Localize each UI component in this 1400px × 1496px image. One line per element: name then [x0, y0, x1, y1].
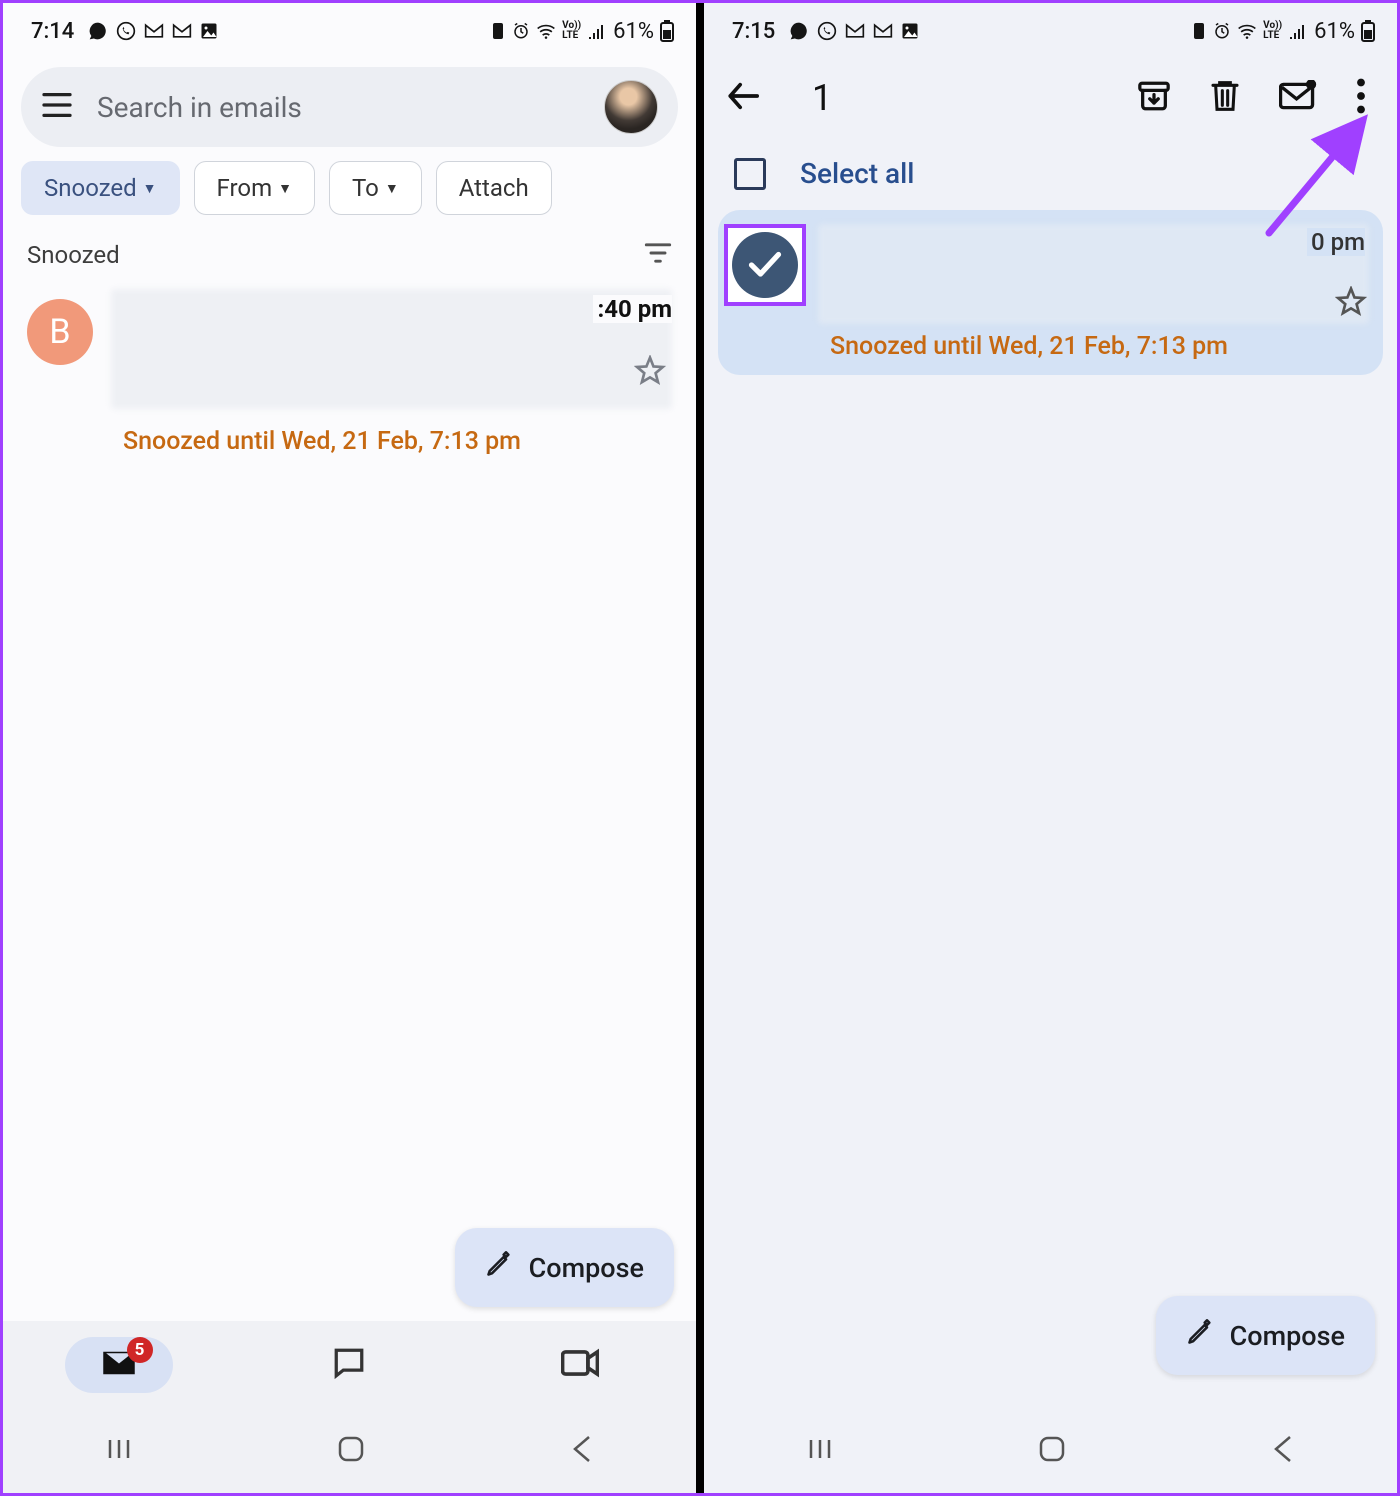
- nav-mail[interactable]: 5: [65, 1337, 173, 1393]
- nav-home-icon[interactable]: [1038, 1435, 1066, 1467]
- alarm-icon: [1213, 22, 1231, 40]
- battery-saver-icon: [1191, 22, 1207, 40]
- unread-badge: 5: [127, 1337, 153, 1363]
- star-icon[interactable]: [634, 355, 666, 391]
- selection-action-bar: 1: [704, 55, 1397, 145]
- section-header: Snoozed: [3, 215, 696, 283]
- select-all-row[interactable]: Select all: [704, 145, 1397, 210]
- section-title: Snoozed: [27, 241, 120, 269]
- selection-highlight: [724, 224, 806, 306]
- chip-label: From: [217, 174, 273, 202]
- selection-count: 1: [786, 77, 1113, 119]
- chip-label: Attach: [459, 174, 529, 202]
- compose-label: Compose: [1230, 1320, 1345, 1352]
- chip-to[interactable]: To ▼: [329, 161, 422, 215]
- system-nav-bar: [704, 1409, 1397, 1493]
- back-arrow-icon[interactable]: [726, 81, 760, 115]
- chat-indicator-icon: [88, 21, 108, 41]
- status-left: 7:14: [31, 19, 218, 44]
- star-icon[interactable]: [1335, 286, 1367, 322]
- status-right: Vo))LTE 61%: [490, 19, 674, 44]
- email-body: :40 pm: [111, 289, 672, 409]
- chip-attachment[interactable]: Attach: [436, 161, 552, 215]
- select-all-label: Select all: [800, 157, 914, 190]
- screen-selection-mode: 7:15 Vo))LTE 61% 1: [700, 3, 1397, 1493]
- compose-button[interactable]: Compose: [455, 1228, 674, 1307]
- nav-recents-icon[interactable]: [106, 1436, 132, 1466]
- search-bar[interactable]: Search in emails: [21, 67, 678, 147]
- compose-button[interactable]: Compose: [1156, 1296, 1375, 1375]
- status-time: 7:14: [31, 19, 74, 44]
- whatsapp-icon: [116, 21, 136, 41]
- pencil-icon: [485, 1250, 513, 1285]
- email-list-item-selected[interactable]: 0 pm Snoozed until Wed, 21 Feb, 7:13 pm: [718, 210, 1383, 375]
- compose-label: Compose: [529, 1252, 644, 1284]
- gmail-m-icon: [144, 23, 164, 39]
- sender-avatar[interactable]: B: [27, 299, 93, 365]
- nav-back-icon[interactable]: [571, 1435, 593, 1467]
- mark-unread-icon[interactable]: [1265, 80, 1331, 116]
- chevron-down-icon: ▼: [143, 180, 157, 197]
- signal-icon: [1288, 23, 1306, 39]
- chat-indicator-icon: [789, 21, 809, 41]
- chevron-down-icon: ▼: [278, 180, 292, 197]
- volte-icon: Vo))LTE: [1263, 21, 1282, 41]
- snoozed-until-label: Snoozed until Wed, 21 Feb, 7:13 pm: [3, 417, 696, 456]
- wifi-icon: [536, 23, 556, 39]
- volte-icon: Vo))LTE: [562, 21, 581, 41]
- status-bar: 7:15 Vo))LTE 61%: [704, 3, 1397, 55]
- battery-saver-icon: [490, 22, 506, 40]
- whatsapp-icon: [817, 21, 837, 41]
- signal-icon: [587, 23, 605, 39]
- chip-from[interactable]: From ▼: [194, 161, 315, 215]
- gmail-m-icon-2: [873, 23, 893, 39]
- battery-icon: [660, 20, 674, 42]
- checkmark-avatar-icon[interactable]: [732, 232, 798, 298]
- gmail-m-icon: [845, 23, 865, 39]
- email-content-redacted: [818, 224, 1369, 324]
- screen-snoozed-list: 7:14 Vo))LTE 61%: [3, 3, 700, 1493]
- search-placeholder: Search in emails: [97, 91, 580, 124]
- chip-label: Snoozed: [44, 174, 137, 202]
- filter-list-icon[interactable]: [644, 242, 672, 268]
- email-list-item[interactable]: B :40 pm: [3, 283, 696, 417]
- system-nav-bar: [3, 1409, 696, 1493]
- status-time: 7:15: [732, 19, 775, 44]
- email-time: 0 pm: [1307, 228, 1365, 256]
- battery-percent: 61%: [1314, 19, 1355, 44]
- trash-icon[interactable]: [1195, 78, 1255, 118]
- archive-icon[interactable]: [1123, 79, 1185, 117]
- pencil-icon: [1186, 1318, 1214, 1353]
- chevron-down-icon: ▼: [385, 180, 399, 197]
- hamburger-menu-icon[interactable]: [41, 92, 73, 122]
- chip-label: To: [352, 174, 379, 202]
- status-right: Vo))LTE 61%: [1191, 19, 1375, 44]
- bottom-app-bar: 5: [3, 1321, 696, 1409]
- gallery-icon: [200, 22, 218, 40]
- nav-back-icon[interactable]: [1272, 1435, 1294, 1467]
- nav-recents-icon[interactable]: [807, 1436, 833, 1466]
- more-vert-icon[interactable]: [1341, 78, 1381, 118]
- wifi-icon: [1237, 23, 1257, 39]
- nav-home-icon[interactable]: [337, 1435, 365, 1467]
- email-content-redacted: [111, 289, 672, 409]
- battery-icon: [1361, 20, 1375, 42]
- status-bar: 7:14 Vo))LTE 61%: [3, 3, 696, 55]
- nav-chat[interactable]: [296, 1334, 402, 1396]
- status-left: 7:15: [732, 19, 919, 44]
- alarm-icon: [512, 22, 530, 40]
- gallery-icon: [901, 22, 919, 40]
- profile-avatar[interactable]: [604, 80, 658, 134]
- chip-snoozed[interactable]: Snoozed ▼: [21, 161, 180, 215]
- email-time: :40 pm: [593, 295, 672, 323]
- nav-meet[interactable]: [525, 1336, 635, 1394]
- battery-percent: 61%: [613, 19, 654, 44]
- select-all-checkbox[interactable]: [734, 158, 766, 190]
- gmail-m-icon-2: [172, 23, 192, 39]
- snoozed-until-label: Snoozed until Wed, 21 Feb, 7:13 pm: [726, 324, 1369, 369]
- filter-chips: Snoozed ▼ From ▼ To ▼ Attach: [3, 161, 696, 215]
